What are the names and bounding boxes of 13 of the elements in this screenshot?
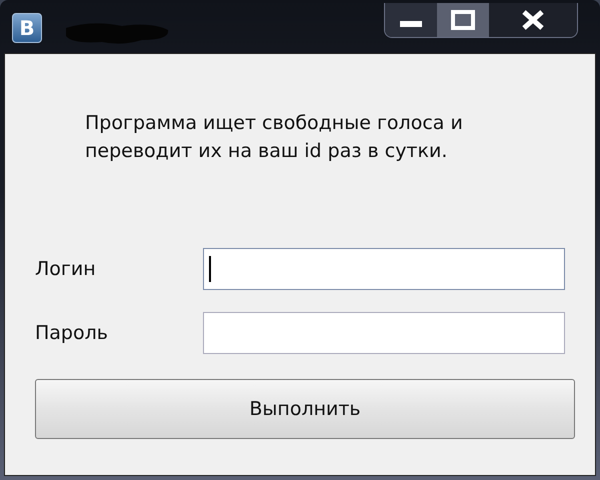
maximize-button[interactable] xyxy=(437,3,489,37)
app-icon: В xyxy=(12,13,42,43)
close-button[interactable] xyxy=(489,3,577,37)
minimize-icon xyxy=(400,21,422,27)
input-field[interactable] xyxy=(203,248,565,290)
description-text: Программа ищет свободные голоса и переводит их на ваш id раз в сутки. xyxy=(85,111,464,164)
field-label: Пароль xyxy=(35,322,109,344)
input-field[interactable] xyxy=(203,312,565,354)
maximize-icon xyxy=(451,10,475,30)
run-button[interactable]: Выполнить xyxy=(35,379,575,439)
field-label: Логин xyxy=(35,258,97,280)
minimize-button[interactable] xyxy=(385,3,437,37)
close-icon xyxy=(522,10,544,30)
